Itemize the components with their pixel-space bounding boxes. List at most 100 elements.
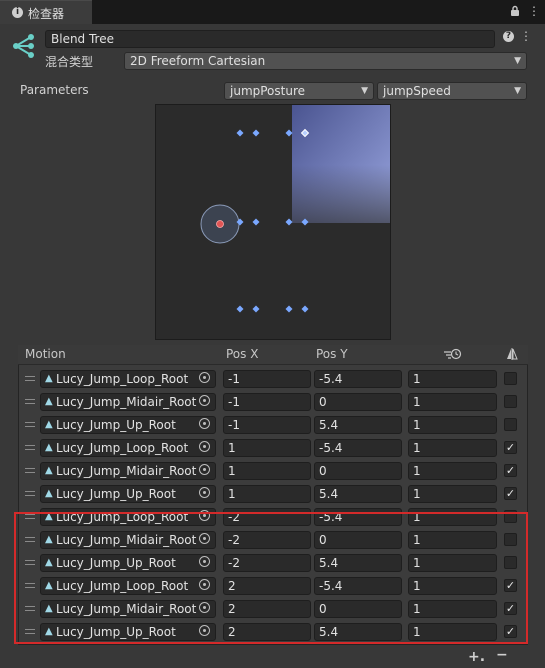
motion-clip-field[interactable]: ▲ Lucy_Jump_Midair_Root xyxy=(40,462,216,480)
drag-handle[interactable] xyxy=(25,491,35,496)
blend-type-dropdown[interactable]: 2D Freeform Cartesian ▼ xyxy=(124,52,527,70)
mirror-checkbox[interactable]: ✓ xyxy=(504,487,517,500)
mirror-checkbox[interactable]: ✓ xyxy=(504,441,517,454)
drag-handle[interactable] xyxy=(25,445,35,450)
table-row[interactable]: ▲ Lucy_Jump_Loop_Root -1 -5.4 1 xyxy=(19,367,527,390)
object-picker-icon[interactable] xyxy=(199,418,210,429)
blend-sample-point[interactable] xyxy=(285,305,293,313)
animation-clip-icon: ▲ xyxy=(45,419,53,430)
blend-sample-point[interactable] xyxy=(285,129,293,137)
motion-clip-name: Lucy_Jump_Up_Root xyxy=(56,418,176,432)
time-scale-field[interactable]: 1 xyxy=(408,416,497,434)
blend-tree-name-field[interactable]: Blend Tree xyxy=(45,30,495,48)
blend-sample-point[interactable] xyxy=(252,305,260,313)
object-picker-icon[interactable] xyxy=(199,464,210,475)
motion-clip-name: Lucy_Jump_Loop_Root xyxy=(56,372,189,386)
blend-sample-point[interactable] xyxy=(252,129,260,137)
time-scale-field[interactable]: 1 xyxy=(408,393,497,411)
pos-x-field[interactable]: -1 xyxy=(223,416,311,434)
parameter-x-value: jumpPosture xyxy=(230,84,306,98)
object-picker-icon[interactable] xyxy=(199,441,210,452)
selection-highlight-box xyxy=(14,512,528,644)
animation-clip-icon: ▲ xyxy=(45,396,53,407)
chevron-down-icon: ▼ xyxy=(514,56,521,66)
remove-motion-button[interactable]: − xyxy=(496,647,508,663)
drag-handle[interactable] xyxy=(25,422,35,427)
mirror-icon xyxy=(506,347,518,364)
motion-clip-name: Lucy_Jump_Midair_Root xyxy=(56,464,197,478)
drag-handle[interactable] xyxy=(25,376,35,381)
blend-sample-point[interactable] xyxy=(301,305,309,313)
mirror-checkbox[interactable] xyxy=(504,418,517,431)
time-scale-icon xyxy=(443,348,463,363)
table-row[interactable]: ▲ Lucy_Jump_Up_Root 1 5.4 1 ✓ xyxy=(19,482,527,505)
column-pos-y: Pos Y xyxy=(316,347,348,361)
animation-clip-icon: ▲ xyxy=(45,465,53,476)
parameter-y-dropdown[interactable]: jumpSpeed ▼ xyxy=(377,82,527,100)
drag-handle[interactable] xyxy=(25,468,35,473)
lock-icon[interactable] xyxy=(510,5,520,20)
motion-list-header: Motion Pos X Pos Y xyxy=(18,345,528,365)
table-row[interactable]: ▲ Lucy_Jump_Midair_Root 1 0 1 ✓ xyxy=(19,459,527,482)
tab-label: 检查器 xyxy=(28,7,65,21)
table-row[interactable]: ▲ Lucy_Jump_Loop_Root 1 -5.4 1 ✓ xyxy=(19,436,527,459)
motion-clip-field[interactable]: ▲ Lucy_Jump_Up_Root xyxy=(40,416,216,434)
mirror-checkbox[interactable] xyxy=(504,372,517,385)
blend-tree-icon xyxy=(10,33,38,61)
pos-x-field[interactable]: 1 xyxy=(223,462,311,480)
blend-graph[interactable] xyxy=(155,104,391,340)
motion-clip-field[interactable]: ▲ Lucy_Jump_Midair_Root xyxy=(40,393,216,411)
info-icon: i xyxy=(12,7,23,18)
motion-clip-name: Lucy_Jump_Midair_Root xyxy=(56,395,197,409)
add-motion-button[interactable]: +. xyxy=(468,649,485,665)
parameter-x-dropdown[interactable]: jumpPosture ▼ xyxy=(224,82,374,100)
column-pos-x: Pos X xyxy=(226,347,259,361)
table-row[interactable]: ▲ Lucy_Jump_Up_Root -1 5.4 1 xyxy=(19,413,527,436)
time-scale-field[interactable]: 1 xyxy=(408,485,497,503)
motion-clip-name: Lucy_Jump_Loop_Root xyxy=(56,441,189,455)
table-row[interactable]: ▲ Lucy_Jump_Midair_Root -1 0 1 xyxy=(19,390,527,413)
time-scale-field[interactable]: 1 xyxy=(408,370,497,388)
object-picker-icon[interactable] xyxy=(199,372,210,383)
mirror-checkbox[interactable]: ✓ xyxy=(504,464,517,477)
current-blend-point[interactable] xyxy=(216,220,224,228)
time-scale-field[interactable]: 1 xyxy=(408,439,497,457)
pos-x-field[interactable]: 1 xyxy=(223,439,311,457)
time-scale-field[interactable]: 1 xyxy=(408,462,497,480)
object-picker-icon[interactable] xyxy=(199,487,210,498)
parameters-label: Parameters xyxy=(20,83,89,97)
kebab-menu-icon[interactable]: ⋮ xyxy=(528,4,540,18)
animation-clip-icon: ▲ xyxy=(45,488,53,499)
pos-x-field[interactable]: 1 xyxy=(223,485,311,503)
kebab-menu-icon[interactable]: ⋮ xyxy=(520,29,532,43)
column-motion: Motion xyxy=(25,347,66,361)
parameter-y-value: jumpSpeed xyxy=(383,84,451,98)
motion-clip-field[interactable]: ▲ Lucy_Jump_Up_Root xyxy=(40,485,216,503)
pos-y-field[interactable]: -5.4 xyxy=(314,439,402,457)
chevron-down-icon: ▼ xyxy=(514,86,521,96)
blend-sample-point[interactable] xyxy=(252,218,260,226)
blend-sample-point[interactable] xyxy=(285,218,293,226)
drag-handle[interactable] xyxy=(25,399,35,404)
pos-y-field[interactable]: -5.4 xyxy=(314,370,402,388)
mirror-checkbox[interactable] xyxy=(504,395,517,408)
motion-clip-name: Lucy_Jump_Up_Root xyxy=(56,487,176,501)
pos-x-field[interactable]: -1 xyxy=(223,393,311,411)
pos-y-field[interactable]: 0 xyxy=(314,393,402,411)
blend-sample-point[interactable] xyxy=(236,305,244,313)
influence-area-fade xyxy=(292,165,390,223)
tab-inspector[interactable]: i 检查器 xyxy=(0,0,92,24)
pos-y-field[interactable]: 0 xyxy=(314,462,402,480)
pos-x-field[interactable]: -1 xyxy=(223,370,311,388)
chevron-down-icon: ▼ xyxy=(361,86,368,96)
pos-y-field[interactable]: 5.4 xyxy=(314,485,402,503)
object-picker-icon[interactable] xyxy=(199,395,210,406)
motion-clip-field[interactable]: ▲ Lucy_Jump_Loop_Root xyxy=(40,439,216,457)
motion-clip-field[interactable]: ▲ Lucy_Jump_Loop_Root xyxy=(40,370,216,388)
blend-type-label: 混合类型 xyxy=(45,55,94,69)
animation-clip-icon: ▲ xyxy=(45,442,53,453)
blend-type-value: 2D Freeform Cartesian xyxy=(130,54,266,68)
blend-sample-point[interactable] xyxy=(236,129,244,137)
help-icon[interactable]: ? xyxy=(503,31,514,42)
pos-y-field[interactable]: 5.4 xyxy=(314,416,402,434)
